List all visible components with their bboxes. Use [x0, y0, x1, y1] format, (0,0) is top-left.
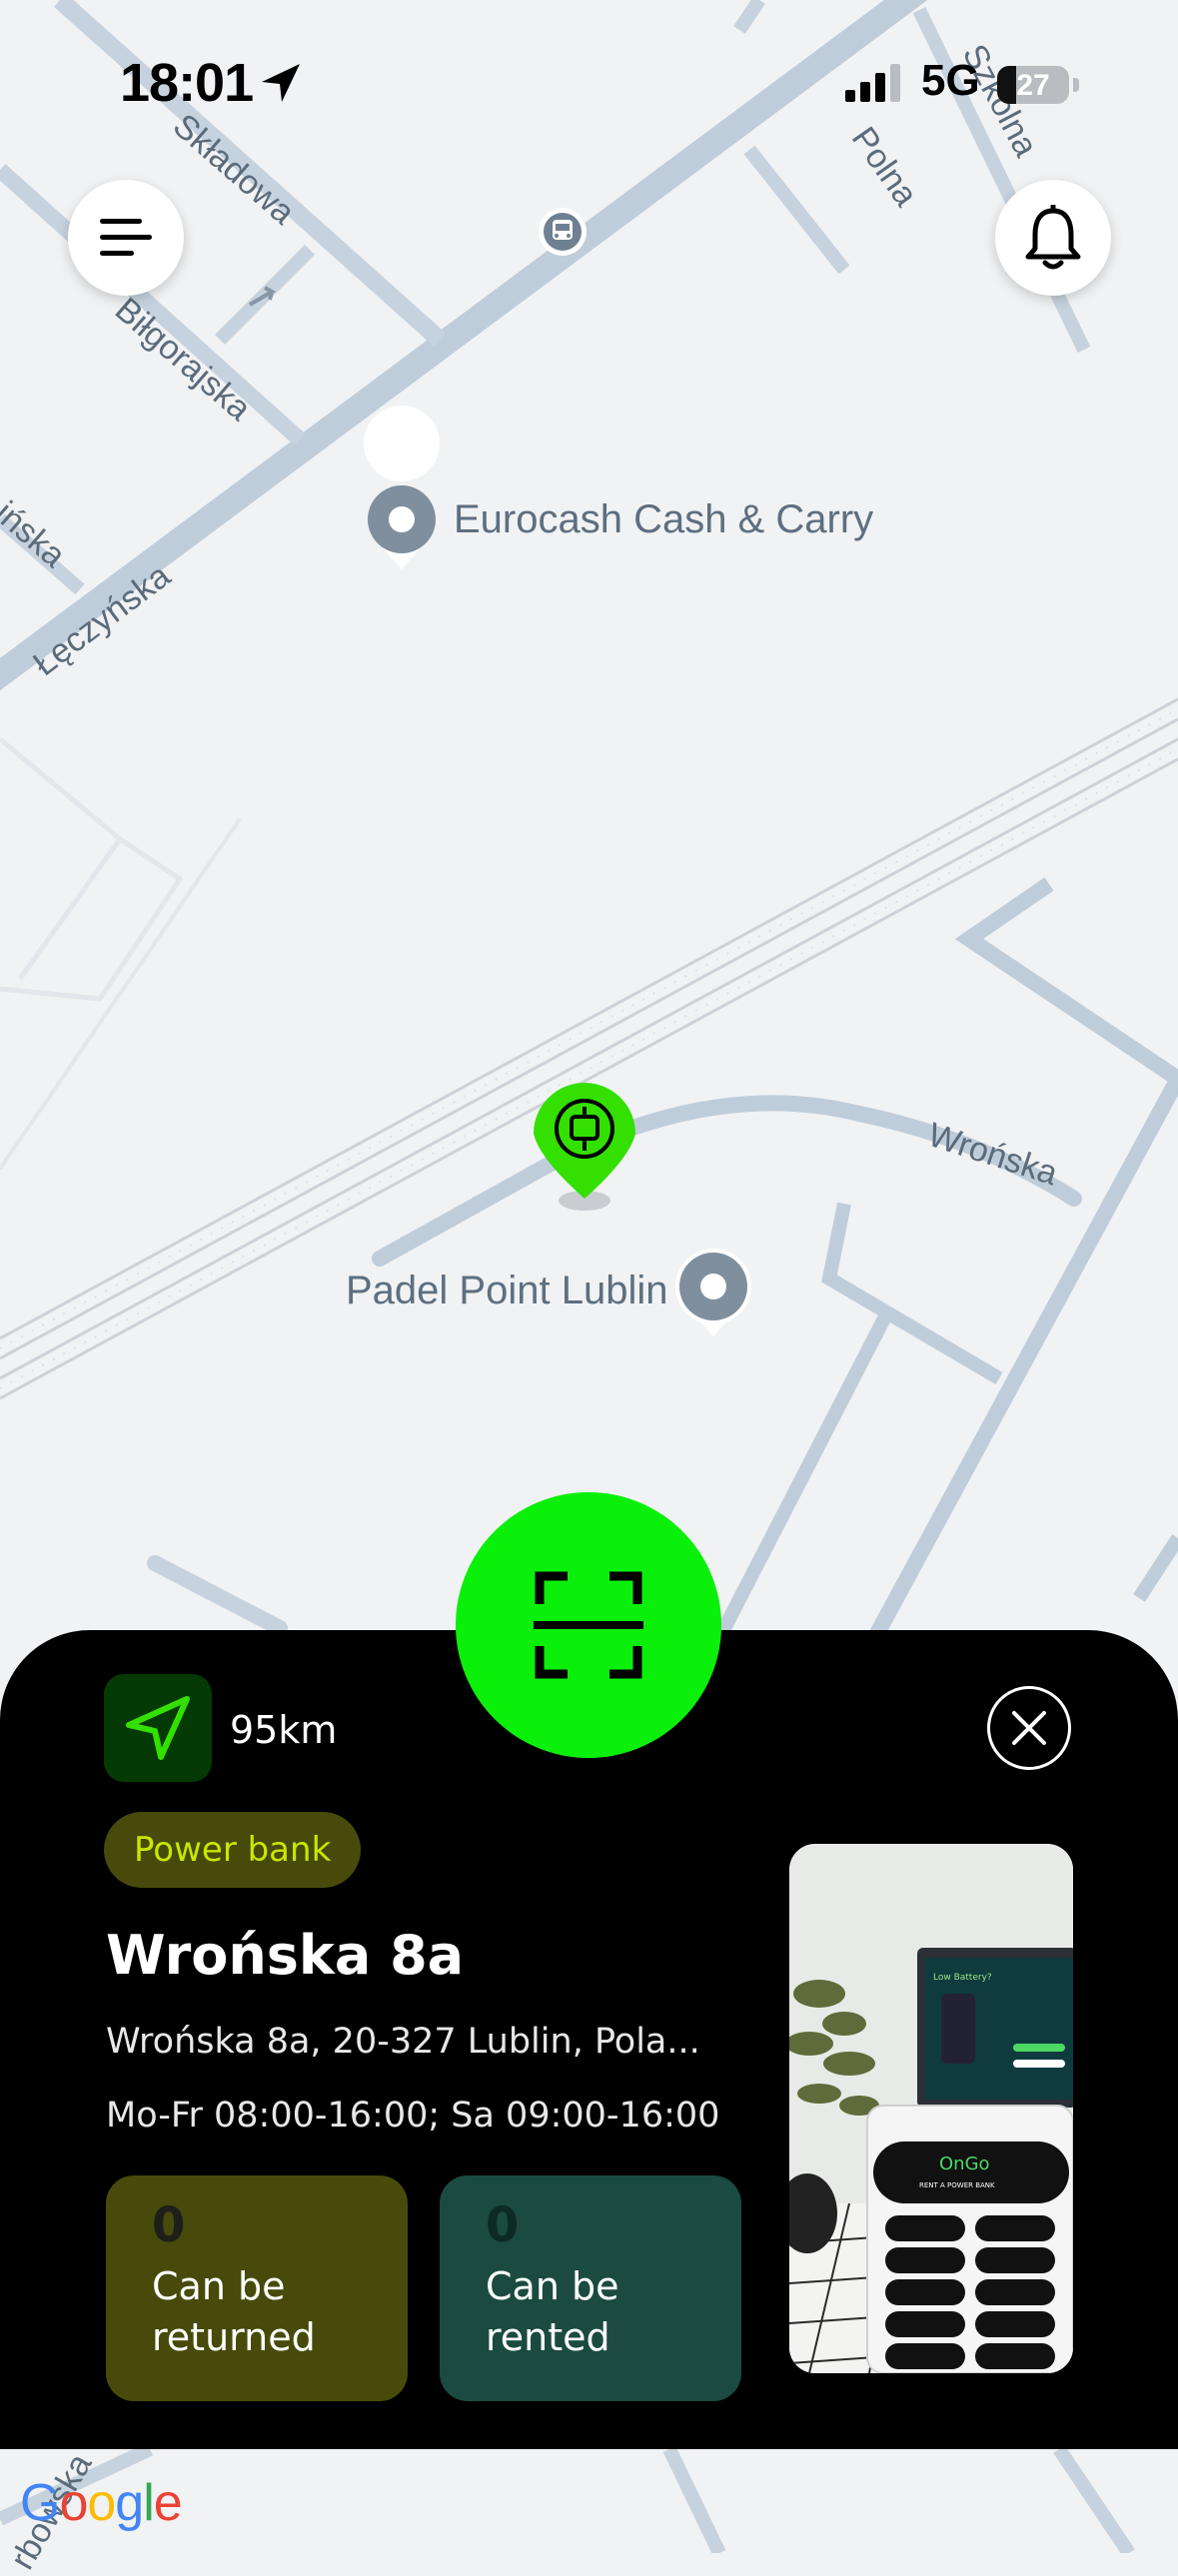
- can-be-returned-count: 0: [152, 2197, 186, 2253]
- can-be-rented-card: 0 Can be rented: [440, 2175, 741, 2401]
- station-address: Wrońska 8a, 20-327 Lublin, Pola...: [106, 2022, 700, 2062]
- can-be-returned-card: 0 Can be returned: [106, 2175, 408, 2401]
- google-logo-letter: o: [59, 2474, 88, 2532]
- poi-label-padel-point[interactable]: Padel Point Lublin: [346, 1269, 667, 1313]
- photo-tagline: RENT A POWER BANK: [919, 2181, 995, 2189]
- bell-icon: [1025, 205, 1081, 270]
- battery-cap: [1073, 78, 1079, 92]
- distance-label: 95km: [230, 1708, 338, 1752]
- navigation-arrow-icon: [126, 1696, 190, 1760]
- location-services-icon: [262, 64, 300, 102]
- google-logo-letter: G: [20, 2474, 60, 2532]
- photo-brand: OnGo: [939, 2153, 990, 2174]
- close-button[interactable]: [987, 1686, 1071, 1770]
- can-be-returned-label: Can be returned: [152, 2264, 316, 2359]
- status-bar: 18:01 5G 27: [0, 0, 1178, 160]
- station-hours: Mo-Fr 08:00-16:00; Sa 09:00-16:00: [106, 2096, 720, 2136]
- photo-screen-title: Low Battery?: [933, 1973, 992, 1983]
- scan-qr-icon: [534, 1571, 643, 1679]
- menu-button[interactable]: [68, 180, 184, 296]
- google-logo-letter: e: [153, 2474, 183, 2532]
- poi-label-eurocash[interactable]: Eurocash Cash & Carry: [454, 497, 873, 542]
- google-logo-letter: l: [143, 2474, 155, 2532]
- station-photo[interactable]: Low Battery? OnGo RENT A POWER BANK: [789, 1844, 1073, 2373]
- bus-stop-icon[interactable]: [539, 208, 587, 256]
- scan-button[interactable]: [456, 1492, 721, 1758]
- station-title: Wrońska 8a: [106, 1924, 465, 1987]
- close-icon: [1012, 1711, 1046, 1745]
- battery-percent: 27: [1016, 69, 1050, 102]
- hamburger-menu-icon: [100, 219, 152, 256]
- network-type: 5G: [921, 56, 980, 105]
- battery-indicator: 27: [997, 66, 1069, 104]
- status-time: 18:01: [120, 53, 254, 113]
- google-logo-letter: g: [115, 2474, 144, 2532]
- navigate-button[interactable]: [104, 1674, 212, 1782]
- google-logo: Google: [20, 2473, 183, 2533]
- google-logo-letter: o: [87, 2474, 116, 2532]
- station-photo-illustration: Low Battery? OnGo RENT A POWER BANK: [789, 1844, 1073, 2373]
- can-be-rented-count: 0: [486, 2197, 520, 2253]
- cellular-signal-icon: [845, 64, 900, 102]
- can-be-rented-label: Can be rented: [486, 2264, 619, 2359]
- notifications-button[interactable]: [995, 180, 1111, 296]
- station-type-badge: Power bank: [104, 1812, 362, 1888]
